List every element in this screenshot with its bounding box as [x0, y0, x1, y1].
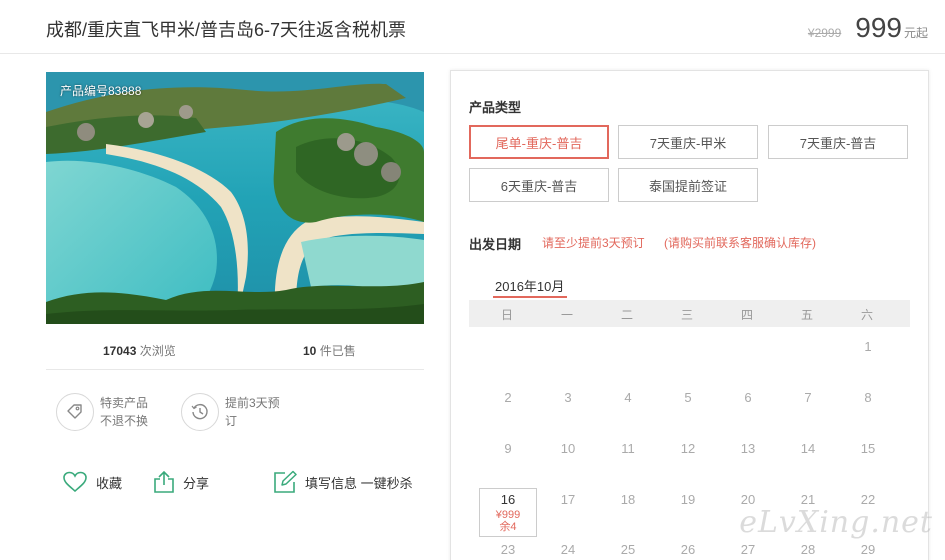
calendar-day: 3 [564, 390, 572, 405]
share-button[interactable]: 分享 [153, 470, 209, 494]
option-7day-chongqing-krabi[interactable]: 7天重庆-甲米 [618, 125, 758, 159]
feature-text: 特卖产品 不退不换 [100, 394, 148, 430]
product-stats: 17043 次浏览 10 件已售 [46, 340, 424, 370]
weekday-wed: 三 [680, 308, 693, 322]
original-price: ¥2999 [807, 26, 842, 40]
calendar-day: 11 [621, 441, 635, 456]
calendar-day-available[interactable]: 16 ¥999 余4 [479, 488, 537, 537]
calendar-day: 2 [504, 390, 512, 405]
calendar-day: 9 [504, 441, 512, 456]
weekday-sun: 日 [500, 308, 513, 322]
calendar-day: 7 [804, 390, 812, 405]
calendar-day: 8 [864, 390, 872, 405]
weekday-fri: 五 [800, 308, 813, 322]
calendar-day: 5 [684, 390, 692, 405]
edit-icon [274, 470, 297, 493]
views-stat: 17043 次浏览 [103, 342, 176, 359]
calendar-day: 12 [680, 441, 696, 456]
price-unit: 元起 [903, 26, 928, 40]
calendar-day: 13 [740, 441, 756, 456]
sold-stat: 10 件已售 [303, 342, 356, 359]
calendar-day: 25 [620, 542, 636, 557]
month-underline [493, 296, 567, 298]
feature-text: 提前3天预 订 [225, 394, 280, 430]
feature-special-sale: 特卖产品 不退不换 [56, 393, 148, 431]
calendar-month[interactable]: 2016年10月 [495, 276, 564, 295]
stock-confirm-note: (请购买前联系客服确认库存) [664, 236, 816, 250]
calendar-day: 4 [624, 390, 632, 405]
feature-advance-booking: 提前3天预 订 [181, 393, 280, 431]
feature-line1: 特卖产品 [100, 396, 149, 410]
calendar-day: 14 [800, 441, 816, 456]
calendar-day: 28 [800, 542, 816, 557]
weekday-header: 日 一 二 三 四 五 六 [469, 300, 910, 327]
favorite-label: 收藏 [96, 475, 123, 491]
product-photo: 产品编号83888 [46, 72, 424, 324]
departure-date-title: 出发日期 [469, 237, 522, 252]
feature-line1: 提前3天预 [225, 396, 280, 410]
tag-icon [56, 393, 94, 431]
calendar-day: 23 [500, 542, 516, 557]
calendar-day: 19 [680, 492, 696, 507]
sold-count: 10 [303, 344, 317, 358]
feature-line2: 不退不换 [100, 414, 149, 428]
fill-info-button[interactable]: 填写信息 一键秒杀 [273, 470, 413, 494]
product-type-title: 产品类型 [469, 100, 522, 115]
sold-label: 件已售 [316, 344, 356, 358]
watermark: eLvXing.net [739, 505, 933, 540]
calendar-day: 27 [740, 542, 756, 557]
weekday-thu: 四 [740, 308, 753, 322]
clock-icon [181, 393, 219, 431]
option-weidan-chongqing-phuket[interactable]: 尾单-重庆-普吉 [469, 125, 609, 159]
day-stock: 余4 [499, 521, 517, 533]
weekday-mon: 一 [560, 308, 573, 322]
favorite-button[interactable]: 收藏 [62, 470, 122, 494]
calendar-day: 1 [864, 339, 872, 354]
option-7day-chongqing-phuket[interactable]: 7天重庆-普吉 [768, 125, 908, 159]
price-box: ¥2999 999 元起 [808, 12, 928, 44]
heart-icon [63, 471, 87, 493]
calendar-day: 17 [560, 492, 576, 507]
views-count: 17043 [103, 344, 137, 358]
page-header: 成都/重庆直飞甲米/普吉岛6-7天往返含税机票 ¥2999 999 元起 [0, 0, 945, 54]
option-thailand-visa[interactable]: 泰国提前签证 [618, 168, 758, 202]
calendar-day: 15 [860, 441, 876, 456]
calendar-day: 29 [860, 542, 876, 557]
calendar-day: 6 [744, 390, 752, 405]
calendar-day: 26 [680, 542, 696, 557]
share-label: 分享 [183, 475, 210, 491]
day-number: 16 [500, 492, 516, 507]
calendar-day: 24 [560, 542, 576, 557]
booking-panel: 产品类型 尾单-重庆-普吉 7天重庆-甲米 7天重庆-普吉 6天重庆-普吉 泰国… [450, 70, 929, 560]
weekday-tue: 二 [620, 308, 633, 322]
booking-advance-note: 请至少提前3天预订 [542, 236, 645, 250]
product-code: 产品编号83888 [60, 84, 142, 98]
fill-info-label: 填写信息 一键秒杀 [305, 475, 413, 491]
beach-island-image [46, 72, 424, 324]
day-price: ¥999 [495, 509, 521, 521]
current-price: 999 [855, 12, 902, 43]
weekday-sat: 六 [860, 308, 873, 322]
feature-line2: 订 [225, 414, 238, 428]
calendar-day: 10 [560, 441, 576, 456]
option-6day-chongqing-phuket[interactable]: 6天重庆-普吉 [469, 168, 609, 202]
product-title: 成都/重庆直飞甲米/普吉岛6-7天往返含税机票 [46, 20, 407, 40]
views-label: 次浏览 [136, 344, 176, 358]
share-icon [154, 470, 174, 493]
calendar-day: 18 [620, 492, 636, 507]
